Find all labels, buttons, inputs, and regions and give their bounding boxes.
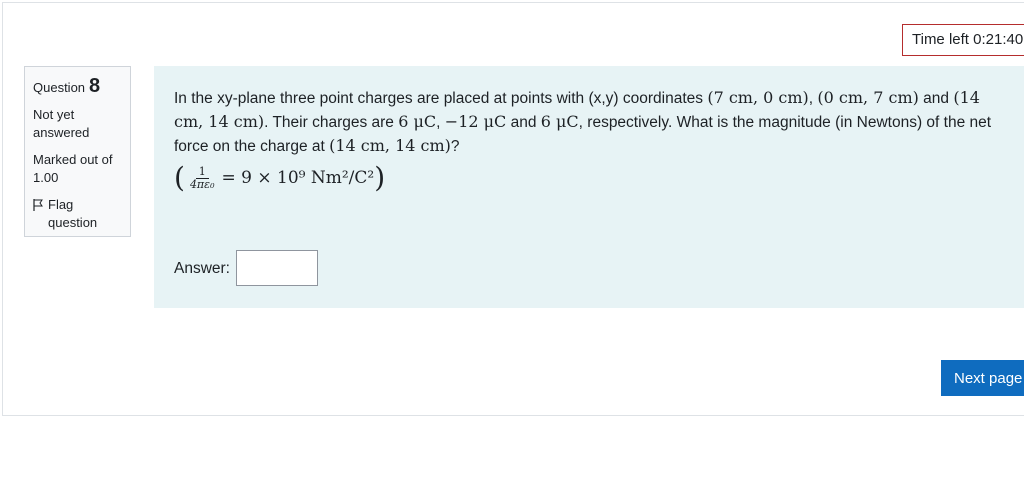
- formula-open-paren: (: [174, 161, 185, 194]
- question-text-part: ,: [436, 114, 445, 131]
- formula-close-paren: ): [374, 161, 386, 194]
- question-text: In the xy-plane three point charges are …: [174, 86, 1014, 158]
- question-number-value: 8: [89, 75, 101, 97]
- timer-label: Time left: [912, 31, 969, 48]
- question-content: In the xy-plane three point charges are …: [154, 66, 1024, 308]
- question-state: Not yet answered: [33, 107, 90, 140]
- coordinate: (7 cm, 0 cm): [707, 88, 809, 107]
- coordinate: (0 cm, 7 cm): [817, 88, 919, 107]
- question-text-part: and: [506, 114, 541, 131]
- flag-question-button[interactable]: Flag question: [33, 196, 122, 232]
- quiz-timer: Time left 0:21:40: [902, 24, 1024, 56]
- timer-value: 0:21:40: [973, 31, 1024, 48]
- next-page-button[interactable]: Next page: [941, 360, 1024, 396]
- answer-label: Answer:: [174, 259, 230, 277]
- flag-icon: [33, 199, 43, 211]
- question-number: Question 8: [33, 75, 122, 97]
- charge-value: −12 μC: [444, 112, 507, 131]
- charge-value: 6 μC: [398, 112, 437, 131]
- formula-numerator: 1: [195, 165, 209, 179]
- answer-input[interactable]: [236, 250, 318, 286]
- flag-question-label: Flag question: [48, 197, 98, 230]
- question-text-part: In the xy-plane three point charges are …: [174, 90, 708, 107]
- question-label: Question: [33, 80, 86, 95]
- coulomb-constant-formula: ( 1 4πε₀ = 9 × 10⁹ Nm²/C² ): [174, 164, 1014, 192]
- formula-rhs: = 9 × 10⁹ Nm²/C²: [221, 167, 375, 188]
- charge-value: 6 μC: [540, 112, 579, 131]
- answer-row: Answer:: [174, 250, 318, 286]
- question-text-part: ?: [450, 138, 460, 155]
- formula-fraction: 1 4πε₀: [187, 165, 218, 191]
- question-grade: Marked out of 1.00: [33, 152, 113, 185]
- coordinate: (14 cm, 14 cm): [329, 136, 451, 155]
- question-text-part: and: [918, 90, 954, 107]
- question-info-panel: Question 8 Not yet answered Marked out o…: [24, 66, 131, 237]
- question-text-part: . Their charges are: [264, 114, 399, 131]
- formula-denominator: 4πε₀: [189, 177, 215, 191]
